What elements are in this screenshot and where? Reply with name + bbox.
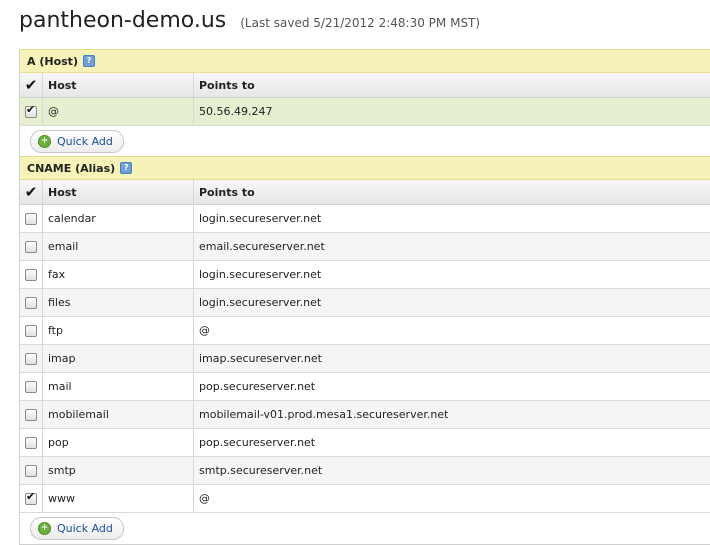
points-to-column-header: Points to	[199, 78, 255, 92]
last-saved-text: (Last saved 5/21/2012 2:48:30 PM MST)	[240, 16, 481, 30]
row-checkbox-cell	[20, 457, 43, 484]
row-checkbox-cell	[20, 317, 43, 344]
host-column-header: Host	[43, 73, 194, 97]
row-checkbox[interactable]	[25, 464, 37, 477]
cname-records-panel: CNAME (Alias) ? ✔ Host Points to calenda…	[19, 156, 710, 545]
plus-icon: +	[38, 135, 51, 148]
points-to-cell: imap.secureserver.net	[199, 352, 322, 365]
row-checkbox[interactable]	[25, 352, 37, 365]
help-icon[interactable]: ?	[82, 55, 95, 67]
table-row[interactable]: www @	[20, 485, 710, 513]
host-cell: mobilemail	[43, 401, 194, 428]
points-to-cell: login.secureserver.net	[199, 268, 322, 281]
host-cell: www	[43, 485, 194, 512]
host-cell: files	[43, 289, 194, 316]
a-records-header: A (Host) ?	[20, 49, 710, 73]
quick-add-label: Quick Add	[57, 135, 113, 148]
host-cell: email	[43, 233, 194, 260]
page-title: pantheon-demo.us	[19, 8, 227, 33]
select-all-checkmark-icon[interactable]: ✔	[25, 184, 38, 200]
row-checkbox[interactable]	[25, 268, 37, 281]
row-checkbox[interactable]	[25, 103, 37, 118]
row-checkbox[interactable]	[25, 380, 37, 393]
points-to-cell: smtp.secureserver.net	[199, 464, 323, 477]
a-records-title: A (Host)	[27, 54, 78, 68]
cname-records-title: CNAME (Alias)	[27, 161, 116, 175]
points-to-cell: pop.secureserver.net	[199, 436, 316, 449]
points-to-cell: pop.secureserver.net	[199, 380, 316, 393]
row-checkbox-cell	[20, 98, 43, 125]
table-row[interactable]: mail pop.secureserver.net	[20, 373, 710, 401]
table-row[interactable]: fax login.secureserver.net	[20, 261, 710, 289]
row-checkbox-cell	[20, 261, 43, 288]
cname-records-list: calendar login.secureserver.net email email…	[20, 205, 710, 513]
a-records-column-header: ✔ Host Points to	[20, 73, 710, 98]
row-checkbox-cell	[20, 401, 43, 428]
points-to-cell: login.secureserver.net	[199, 212, 322, 225]
a-records-quick-add-button[interactable]: + Quick Add	[30, 130, 124, 153]
host-cell: calendar	[43, 205, 194, 232]
table-row[interactable]: files login.secureserver.net	[20, 289, 710, 317]
select-all-cell: ✔	[20, 180, 43, 204]
table-row[interactable]: pop pop.secureserver.net	[20, 429, 710, 457]
host-cell: smtp	[43, 457, 194, 484]
cname-records-quick-add-row: + Quick Add	[20, 513, 710, 545]
table-row[interactable]: mobilemail mobilemail-v01.prod.mesa1.secu…	[20, 401, 710, 429]
cname-records-header: CNAME (Alias) ?	[20, 156, 710, 180]
host-cell: ftp	[43, 317, 194, 344]
points-to-cell: @	[199, 492, 210, 505]
quick-add-label: Quick Add	[57, 522, 113, 535]
row-checkbox-cell	[20, 373, 43, 400]
host-cell: imap	[43, 345, 194, 372]
row-checkbox[interactable]	[25, 240, 37, 253]
points-to-cell: login.secureserver.net	[199, 296, 322, 309]
row-checkbox-cell	[20, 429, 43, 456]
a-records-list: @50.56.49.247	[20, 98, 710, 126]
row-checkbox[interactable]	[25, 490, 37, 505]
a-records-panel: A (Host) ? ✔ Host Points to @50.56.49.24…	[19, 49, 710, 158]
points-to-column-header: Points to	[199, 185, 255, 199]
row-checkbox[interactable]	[25, 436, 37, 449]
row-checkbox[interactable]	[25, 212, 37, 225]
row-checkbox-cell	[20, 205, 43, 232]
help-icon[interactable]: ?	[120, 162, 133, 174]
host-cell: fax	[43, 261, 194, 288]
row-checkbox[interactable]	[25, 296, 37, 309]
points-to-cell: email.secureserver.net	[199, 240, 325, 253]
cname-records-column-header: ✔ Host Points to	[20, 180, 710, 205]
row-checkbox-cell	[20, 345, 43, 372]
select-all-checkmark-icon[interactable]: ✔	[25, 77, 38, 93]
table-row[interactable]: smtp smtp.secureserver.net	[20, 457, 710, 485]
page-header: pantheon-demo.us (Last saved 5/21/2012 2…	[19, 8, 480, 44]
a-records-quick-add-row: + Quick Add	[20, 126, 710, 158]
host-cell: mail	[43, 373, 194, 400]
table-row[interactable]: @50.56.49.247	[20, 98, 710, 126]
plus-icon: +	[38, 522, 51, 535]
cname-records-quick-add-button[interactable]: + Quick Add	[30, 517, 124, 540]
table-row[interactable]: calendar login.secureserver.net	[20, 205, 710, 233]
select-all-cell: ✔	[20, 73, 43, 97]
row-checkbox-cell	[20, 289, 43, 316]
table-row[interactable]: ftp @	[20, 317, 710, 345]
table-row[interactable]: imap imap.secureserver.net	[20, 345, 710, 373]
points-to-cell: mobilemail-v01.prod.mesa1.secureserver.n…	[199, 408, 449, 421]
points-to-cell: @	[199, 324, 210, 337]
points-to-cell: 50.56.49.247	[199, 105, 273, 118]
host-cell: pop	[43, 429, 194, 456]
row-checkbox-cell	[20, 485, 43, 512]
host-column-header: Host	[43, 180, 194, 204]
row-checkbox-cell	[20, 233, 43, 260]
row-checkbox[interactable]	[25, 408, 37, 421]
host-cell: @	[43, 98, 194, 125]
table-row[interactable]: email email.secureserver.net	[20, 233, 710, 261]
row-checkbox[interactable]	[25, 324, 37, 337]
